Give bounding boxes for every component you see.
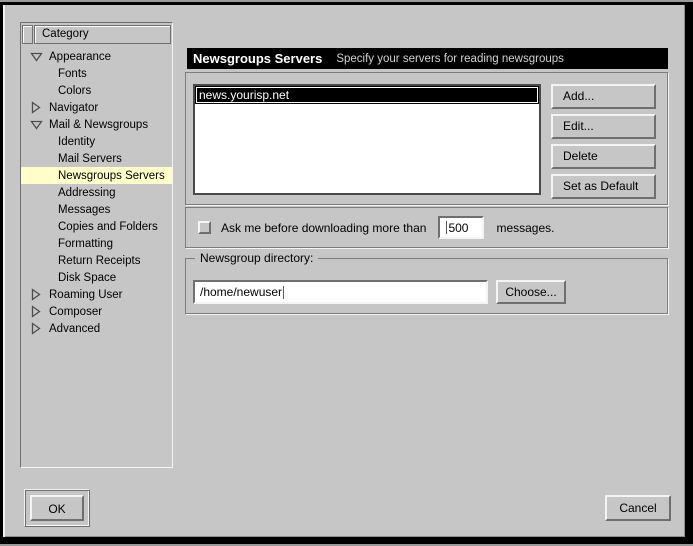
sidebar-item-label: Mail & Newsgroups	[49, 119, 148, 131]
sidebar-item-composer[interactable]: Composer	[21, 303, 172, 320]
sidebar-item-label: Advanced	[49, 323, 100, 335]
sidebar-item-label: Colors	[58, 85, 91, 97]
sidebar-item-label: Mail Servers	[58, 153, 122, 165]
ok-button[interactable]: OK	[30, 495, 84, 521]
text-cursor	[283, 286, 284, 299]
cancel-button[interactable]: Cancel	[605, 495, 671, 521]
sidebar-item-label: Roaming User	[49, 289, 123, 301]
edit--button[interactable]: Edit...	[551, 114, 656, 139]
page-title: Newsgroups Servers	[187, 51, 322, 66]
sidebar-item-roaming-user[interactable]: Roaming User	[21, 286, 172, 303]
category-header: Category	[22, 25, 171, 44]
sidebar-item-label: Appearance	[49, 51, 111, 63]
category-tree: Appearance Fonts Colors Navigator Mail & New…	[21, 48, 172, 337]
download-prompt-section: Ask me before downloading more than 500 …	[185, 207, 668, 248]
delete-button[interactable]: Delete	[551, 144, 656, 169]
triangle-collapsed-icon[interactable]	[30, 322, 43, 335]
message-count-value: 500	[448, 221, 468, 235]
server-list-item[interactable]: news.yourisp.net	[195, 86, 539, 104]
ok-default-ring: OK	[24, 489, 90, 527]
sidebar-item-label: Messages	[58, 204, 110, 216]
sidebar-item-addressing[interactable]: Addressing	[21, 184, 172, 201]
messages-label: messages.	[496, 221, 554, 235]
sidebar-item-return-receipts[interactable]: Return Receipts	[21, 252, 172, 269]
sidebar-item-copies-and-folders[interactable]: Copies and Folders	[21, 218, 172, 235]
triangle-collapsed-icon[interactable]	[30, 288, 43, 301]
triangle-expanded-icon[interactable]	[30, 119, 43, 130]
sidebar-item-fonts[interactable]: Fonts	[21, 65, 172, 82]
ask-before-download-checkbox[interactable]	[198, 221, 211, 234]
sidebar-item-label: Copies and Folders	[58, 221, 158, 233]
sidebar-item-label: Disk Space	[58, 272, 116, 284]
servers-section: news.yourisp.net Add... Edit... Delete Set …	[185, 72, 668, 205]
newsgroup-directory-value: /home/newuser	[200, 285, 282, 299]
add--button[interactable]: Add...	[551, 84, 656, 109]
sidebar-item-disk-space[interactable]: Disk Space	[21, 269, 172, 286]
sidebar-item-messages[interactable]: Messages	[21, 201, 172, 218]
sidebar-item-label: Composer	[49, 306, 102, 318]
sidebar-item-newsgroups-servers[interactable]: Newsgroups Servers	[21, 167, 172, 184]
message-count-input[interactable]: 500	[438, 216, 484, 239]
newsgroup-directory-group: Newsgroup directory: /home/newuser Choos…	[185, 258, 668, 314]
sidebar-item-advanced[interactable]: Advanced	[21, 320, 172, 337]
sidebar-item-mail-servers[interactable]: Mail Servers	[21, 150, 172, 167]
server-buttons: Add... Edit... Delete Set as Default	[551, 84, 656, 199]
newsgroup-directory-legend: Newsgroup directory:	[195, 251, 318, 265]
category-panel: Category Appearance Fonts Colors Navigator M…	[20, 22, 173, 468]
sidebar-item-label: Identity	[58, 136, 95, 148]
sidebar-item-formatting[interactable]: Formatting	[21, 235, 172, 252]
sidebar-item-label: Return Receipts	[58, 255, 140, 267]
preferences-dialog: Category Appearance Fonts Colors Navigator M…	[0, 2, 693, 544]
triangle-collapsed-icon[interactable]	[30, 101, 43, 114]
sidebar-item-appearance[interactable]: Appearance	[21, 48, 172, 65]
server-listbox[interactable]: news.yourisp.net	[193, 84, 541, 195]
sidebar-item-navigator[interactable]: Navigator	[21, 99, 172, 116]
set-as-default-button[interactable]: Set as Default	[551, 174, 656, 199]
sidebar-item-label: Newsgroups Servers	[58, 170, 165, 182]
sidebar-item-mail-newsgroups[interactable]: Mail & Newsgroups	[21, 116, 172, 133]
choose-button[interactable]: Choose...	[496, 280, 566, 304]
newsgroup-directory-input[interactable]: /home/newuser	[193, 280, 488, 304]
panel-title-bar: Newsgroups Servers Specify your servers …	[187, 48, 668, 69]
category-header-spacer	[22, 25, 33, 44]
sidebar-item-label: Addressing	[58, 187, 116, 199]
text-cursor	[446, 221, 447, 234]
sidebar-item-label: Formatting	[58, 238, 113, 250]
triangle-collapsed-icon[interactable]	[30, 305, 43, 318]
sidebar-item-label: Fonts	[58, 68, 87, 80]
sidebar-item-label: Navigator	[49, 102, 98, 114]
sidebar-item-colors[interactable]: Colors	[21, 82, 172, 99]
ask-before-download-label: Ask me before downloading more than	[221, 221, 426, 235]
category-header-label: Category	[34, 25, 171, 44]
page-subtitle: Specify your servers for reading newsgro…	[336, 53, 564, 65]
sidebar-item-identity[interactable]: Identity	[21, 133, 172, 150]
triangle-expanded-icon[interactable]	[30, 51, 43, 62]
